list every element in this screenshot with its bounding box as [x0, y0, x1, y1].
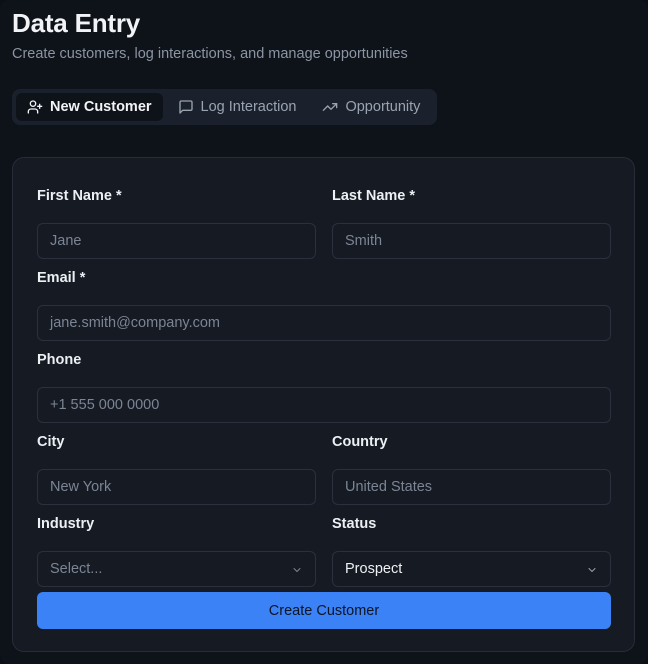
city-input[interactable]: New York	[37, 469, 316, 505]
tab-label: New Customer	[50, 99, 152, 115]
last-name-input[interactable]: Smith	[332, 223, 611, 259]
message-square-icon	[178, 100, 193, 114]
phone-input[interactable]: +1 555 000 0000	[37, 387, 611, 423]
data-entry-page: Data Entry Create customers, log interac…	[0, 0, 648, 664]
page-subtitle: Create customers, log interactions, and …	[12, 46, 408, 62]
city-group: City New York	[37, 432, 316, 505]
industry-label: Industry	[37, 516, 95, 532]
email-input[interactable]: jane.smith@company.com	[37, 305, 611, 341]
phone-group: Phone +1 555 000 0000	[37, 350, 611, 423]
user-plus-icon	[27, 100, 43, 114]
status-group: Status Prospect	[332, 514, 611, 587]
create-customer-button[interactable]: Create Customer	[37, 592, 611, 629]
first-name-group: First Name * Jane	[37, 186, 316, 259]
country-group: Country United States	[332, 432, 611, 505]
last-name-label: Last Name *	[332, 188, 416, 204]
industry-select[interactable]: Select...	[37, 551, 316, 587]
tab-bar: New Customer Log Interaction Opportunity	[12, 89, 437, 125]
trending-up-icon	[323, 103, 338, 111]
first-name-label: First Name *	[37, 188, 122, 204]
page-title: Data Entry	[12, 8, 141, 38]
country-label: Country	[332, 434, 388, 450]
status-label: Status	[332, 516, 377, 532]
industry-group: Industry Select...	[37, 514, 316, 587]
last-name-group: Last Name * Smith	[332, 186, 611, 259]
status-select[interactable]: Prospect	[332, 551, 611, 587]
email-group: Email * jane.smith@company.com	[37, 268, 611, 341]
email-label: Email *	[37, 270, 86, 286]
tab-log-interaction[interactable]: Log Interaction	[167, 93, 308, 121]
tab-new-customer[interactable]: New Customer	[16, 93, 163, 121]
new-customer-form: First Name * Jane Last Name * Smith Emai…	[12, 157, 635, 652]
industry-select-value: Select...	[50, 561, 103, 577]
status-select-value: Prospect	[345, 561, 403, 577]
tab-label: Log Interaction	[200, 99, 297, 115]
city-label: City	[37, 434, 65, 450]
first-name-input[interactable]: Jane	[37, 223, 316, 259]
country-input[interactable]: United States	[332, 469, 611, 505]
phone-label: Phone	[37, 352, 82, 368]
chevron-down-icon	[588, 568, 596, 572]
tab-label: Opportunity	[345, 99, 421, 115]
tab-opportunity[interactable]: Opportunity	[311, 93, 431, 121]
chevron-down-icon	[293, 568, 301, 572]
